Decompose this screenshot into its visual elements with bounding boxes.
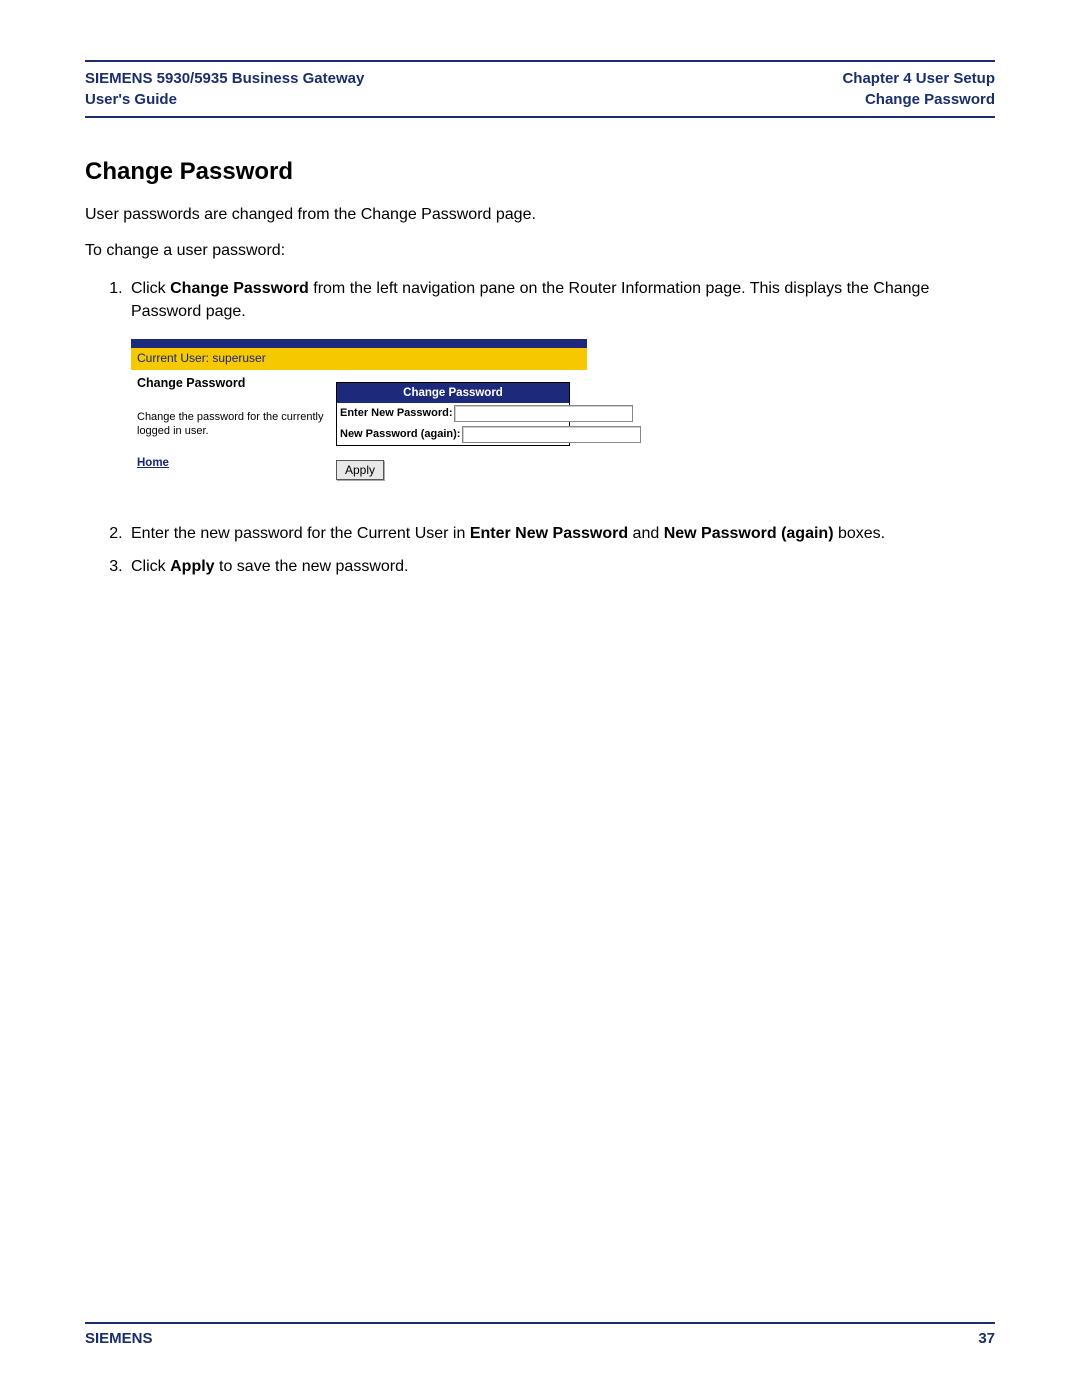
password-again-label: New Password (again):: [340, 427, 462, 443]
left-panel-title: Change Password: [137, 374, 330, 392]
screenshot-form-panel: Change Password Enter New Password: New …: [336, 370, 587, 492]
header-right: Chapter 4 User Setup Change Password: [842, 68, 995, 110]
header-guide-title: SIEMENS 5930/5935 Business Gateway: [85, 68, 364, 89]
header-chapter: Chapter 4 User Setup: [842, 68, 995, 89]
header-guide-subtitle: User's Guide: [85, 89, 364, 110]
left-panel-description: Change the password for the currently lo…: [137, 410, 330, 439]
intro-paragraph-2: To change a user password:: [85, 240, 995, 262]
password-again-input[interactable]: [462, 426, 641, 443]
form-row-new-password: Enter New Password:: [337, 403, 569, 424]
apply-button[interactable]: Apply: [336, 460, 384, 480]
footer-page-number: 37: [978, 1330, 995, 1347]
step-2-bold-1: Enter New Password: [470, 525, 628, 542]
step-3: Click Apply to save the new password.: [127, 555, 995, 578]
screenshot-body: Change Password Change the password for …: [131, 370, 587, 492]
header-section: Change Password: [842, 89, 995, 110]
step-2-bold-2: New Password (again): [664, 525, 834, 542]
form-row-password-again: New Password (again):: [337, 424, 569, 445]
home-link[interactable]: Home: [137, 457, 169, 469]
step-2: Enter the new password for the Current U…: [127, 522, 995, 545]
header-left: SIEMENS 5930/5935 Business Gateway User'…: [85, 68, 364, 110]
new-password-label: Enter New Password:: [340, 406, 454, 422]
intro-paragraph-1: User passwords are changed from the Chan…: [85, 204, 995, 226]
screenshot-left-panel: Change Password Change the password for …: [131, 370, 336, 492]
page-title: Change Password: [85, 158, 995, 186]
footer-brand: SIEMENS: [85, 1330, 153, 1347]
screenshot-top-band: [131, 339, 587, 348]
step-3-bold: Apply: [170, 558, 214, 575]
page-footer: SIEMENS 37: [85, 1322, 995, 1347]
form-header: Change Password: [337, 383, 569, 404]
step-1: Click Change Password from the left navi…: [127, 277, 995, 492]
content-area: Change Password User passwords are chang…: [85, 118, 995, 1322]
new-password-input[interactable]: [454, 405, 633, 422]
step-1-bold: Change Password: [170, 280, 309, 297]
page-header: SIEMENS 5930/5935 Business Gateway User'…: [85, 60, 995, 118]
embedded-screenshot: Current User: superuser Change Password …: [131, 339, 587, 492]
steps-list: Click Change Password from the left navi…: [85, 277, 995, 579]
current-user-bar: Current User: superuser: [131, 348, 587, 369]
password-form: Change Password Enter New Password: New …: [336, 382, 570, 447]
